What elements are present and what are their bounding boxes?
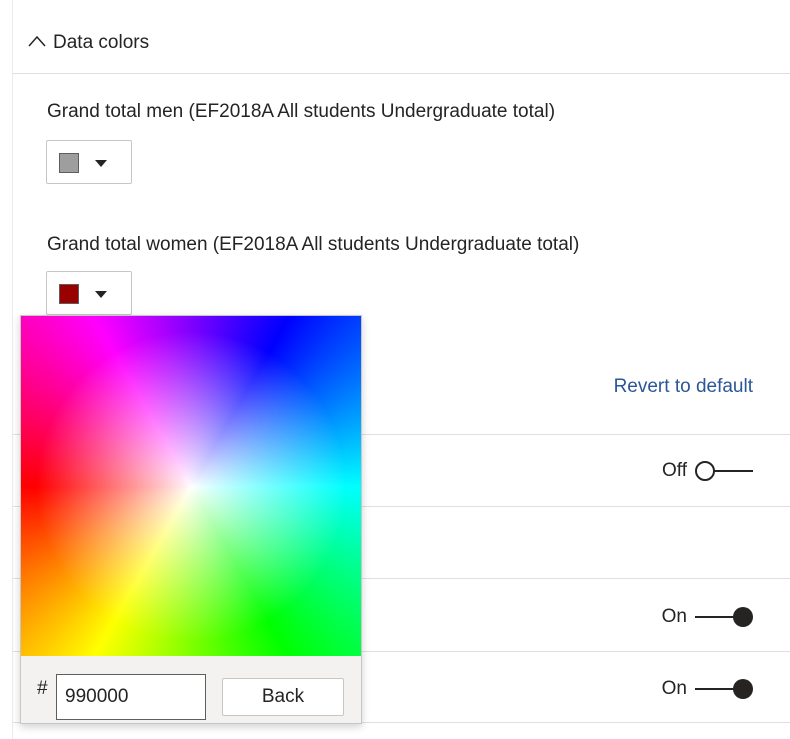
caret-down-icon bbox=[95, 291, 107, 298]
back-button[interactable]: Back bbox=[222, 678, 344, 716]
toggle-switch-2[interactable] bbox=[695, 607, 753, 627]
toggle-row-3: On bbox=[662, 678, 753, 700]
field-label-men: Grand total men (EF2018A All students Un… bbox=[47, 101, 556, 122]
toggle-switch-3[interactable] bbox=[695, 679, 753, 699]
toggle-track bbox=[713, 470, 753, 472]
toggle-row-1: Off bbox=[662, 460, 753, 482]
color-picker-footer: # Back bbox=[21, 656, 361, 723]
field-label-women: Grand total women (EF2018A All students … bbox=[47, 234, 580, 255]
toggle-state-label: On bbox=[661, 606, 687, 627]
revert-to-default-link[interactable]: Revert to default bbox=[614, 375, 753, 399]
hex-color-input[interactable] bbox=[56, 674, 206, 720]
toggle-track bbox=[695, 616, 735, 618]
color-swatch-men bbox=[59, 153, 79, 173]
chevron-up-icon bbox=[28, 35, 46, 47]
data-colors-section-header[interactable]: Data colors bbox=[13, 12, 790, 72]
toggle-state-label: Off bbox=[662, 460, 687, 481]
divider bbox=[13, 73, 790, 74]
caret-down-icon bbox=[95, 160, 107, 167]
toggle-track bbox=[695, 688, 735, 690]
section-title: Data colors bbox=[53, 32, 150, 53]
toggle-switch-1[interactable] bbox=[695, 461, 753, 481]
toggle-row-2: On bbox=[662, 606, 753, 628]
color-dropdown-men[interactable] bbox=[46, 140, 132, 184]
color-dropdown-women[interactable] bbox=[46, 271, 132, 315]
hash-symbol: # bbox=[37, 678, 48, 699]
toggle-state-label: On bbox=[661, 678, 687, 699]
toggle-knob bbox=[695, 461, 715, 481]
toggle-knob bbox=[733, 607, 753, 627]
color-spectrum[interactable] bbox=[21, 316, 361, 656]
toggle-knob bbox=[733, 679, 753, 699]
color-swatch-women bbox=[59, 284, 79, 304]
color-picker-popup: # Back bbox=[20, 315, 362, 724]
